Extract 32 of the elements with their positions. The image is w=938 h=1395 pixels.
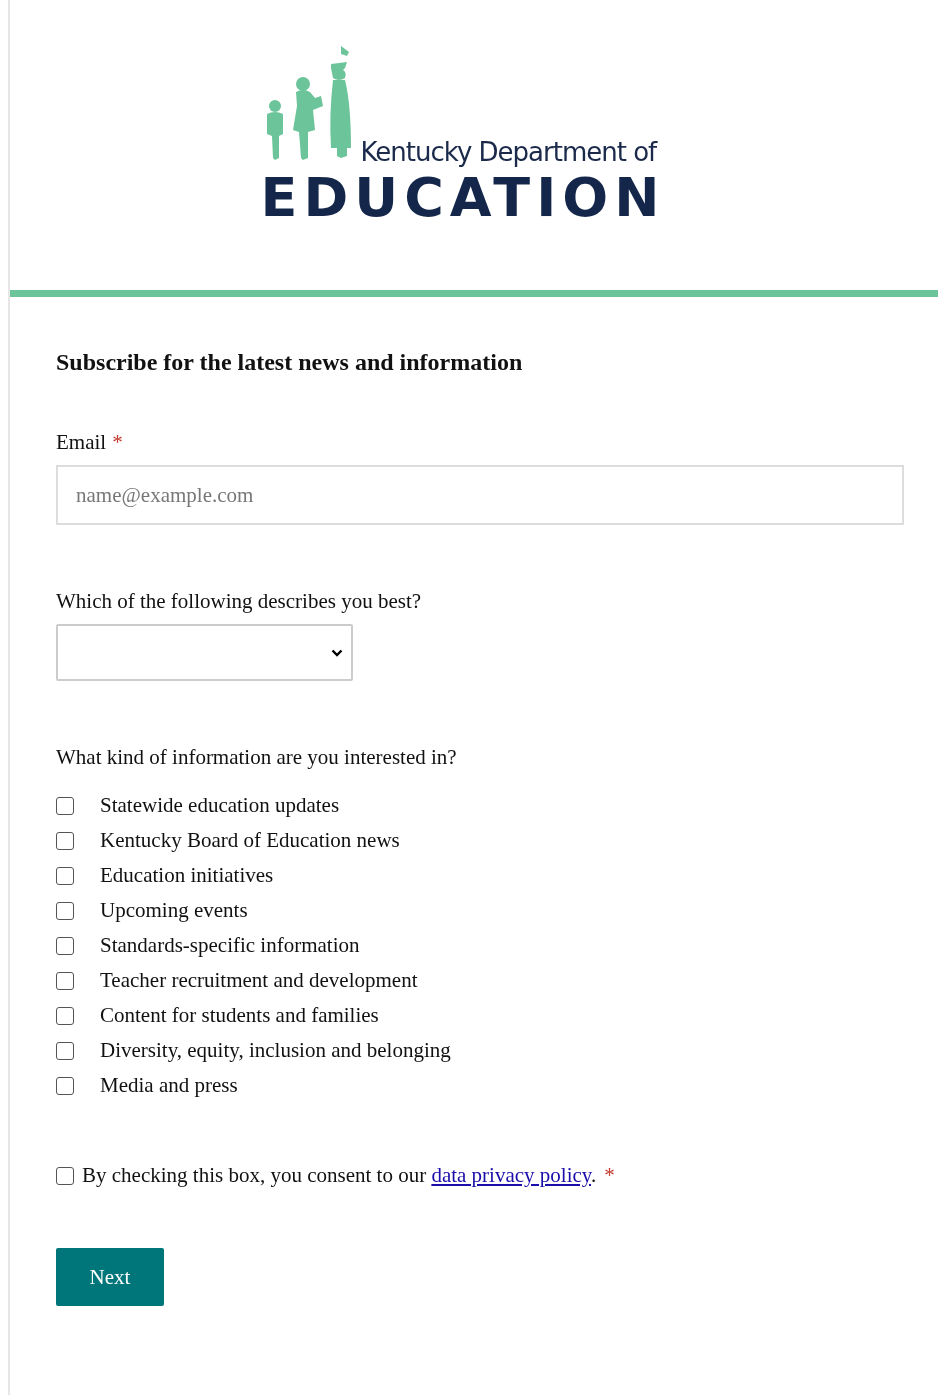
checkbox[interactable] bbox=[56, 936, 74, 955]
required-mark: * bbox=[112, 430, 123, 455]
checkbox-label: Upcoming events bbox=[100, 898, 248, 923]
email-field[interactable]: name@example.com bbox=[56, 465, 904, 525]
checkbox[interactable] bbox=[56, 971, 74, 990]
checkbox[interactable] bbox=[56, 796, 74, 815]
checkbox[interactable] bbox=[56, 831, 74, 850]
form-heading: Subscribe for the latest news and information bbox=[56, 349, 524, 376]
required-mark: * bbox=[604, 1163, 615, 1188]
checkbox-label: Content for students and families bbox=[100, 1003, 379, 1028]
checkbox[interactable] bbox=[56, 901, 74, 920]
checkbox[interactable] bbox=[56, 1041, 74, 1060]
checkbox-label: Teacher recruitment and development bbox=[100, 968, 418, 993]
field-label: Which of the following describes you best? bbox=[56, 589, 423, 614]
privacy-policy-link[interactable]: data privacy policy bbox=[431, 1163, 591, 1187]
checkbox-label: Diversity, equity, inclusion and belonging bbox=[100, 1038, 451, 1063]
chevron-down-icon bbox=[331, 648, 343, 657]
field-label: Email bbox=[56, 430, 107, 455]
logo-title: EDUCATION bbox=[260, 168, 666, 228]
checkbox-label: Standards-specific information bbox=[100, 933, 360, 958]
checkbox[interactable] bbox=[56, 866, 74, 885]
checkbox-label: Statewide education updates bbox=[100, 793, 340, 818]
checkbox[interactable] bbox=[56, 1006, 74, 1025]
next-button[interactable]: Next bbox=[56, 1248, 164, 1306]
checkbox-label: Media and press bbox=[100, 1073, 238, 1098]
consent-text: By checking this box, you consent to our data privacy policy. bbox=[82, 1163, 597, 1188]
field-label: What kind of information are you interested in? bbox=[56, 745, 458, 770]
checkbox-label: Kentucky Board of Education news bbox=[100, 828, 400, 853]
checkbox[interactable] bbox=[56, 1076, 74, 1095]
checkbox-label: Education initiatives bbox=[100, 863, 274, 888]
checkbox[interactable] bbox=[56, 1166, 74, 1185]
logo-subtitle: Kentucky Department of bbox=[360, 136, 659, 168]
